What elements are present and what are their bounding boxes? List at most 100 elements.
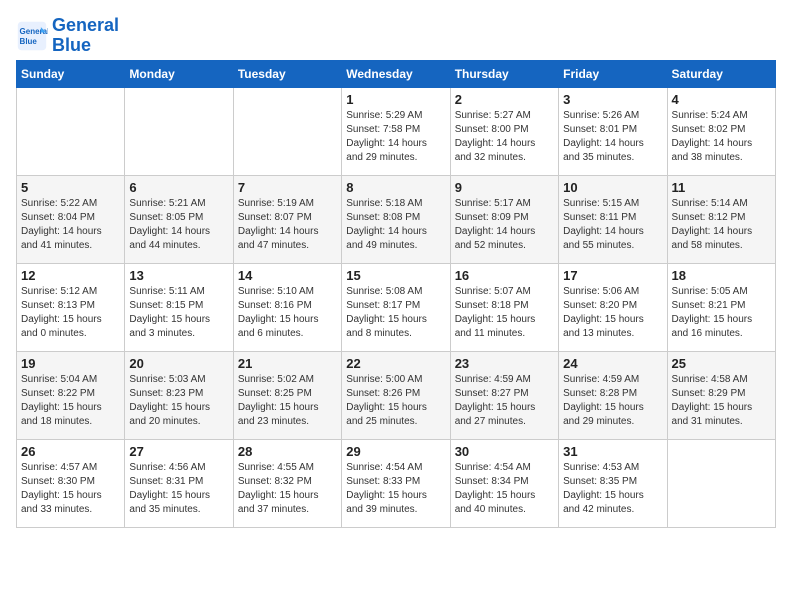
calendar-cell: 13 Sunrise: 5:11 AM Sunset: 8:15 PM Dayli…: [125, 263, 233, 351]
day-info: Sunrise: 4:59 AM Sunset: 8:27 PM Dayligh…: [455, 373, 554, 429]
day-number: 11: [672, 180, 771, 195]
calendar-cell: 31 Sunrise: 4:53 AM Sunset: 8:35 PM Dayli…: [559, 439, 667, 527]
day-number: 15: [346, 268, 445, 283]
day-number: 18: [672, 268, 771, 283]
day-number: 29: [346, 444, 445, 459]
calendar-cell: 30 Sunrise: 4:54 AM Sunset: 8:34 PM Dayli…: [450, 439, 558, 527]
calendar-table: SundayMondayTuesdayWednesdayThursdayFrid…: [16, 60, 776, 528]
day-number: 19: [21, 356, 120, 371]
week-row-4: 19 Sunrise: 5:04 AM Sunset: 8:22 PM Dayli…: [17, 351, 776, 439]
day-info: Sunrise: 5:11 AM Sunset: 8:15 PM Dayligh…: [129, 285, 228, 341]
calendar-cell: 29 Sunrise: 4:54 AM Sunset: 8:33 PM Dayli…: [342, 439, 450, 527]
logo-icon: General Blue: [16, 20, 48, 52]
day-number: 26: [21, 444, 120, 459]
day-number: 5: [21, 180, 120, 195]
calendar-cell: 17Sunrise: 5:06 AM Sunset: 8:20 PM Dayli…: [559, 263, 667, 351]
calendar-cell: 24Sunrise: 4:59 AM Sunset: 8:28 PM Dayli…: [559, 351, 667, 439]
day-number: 23: [455, 356, 554, 371]
calendar-cell: [667, 439, 775, 527]
day-info: Sunrise: 5:03 AM Sunset: 8:23 PM Dayligh…: [129, 373, 228, 429]
day-info: Sunrise: 5:08 AM Sunset: 8:17 PM Dayligh…: [346, 285, 445, 341]
calendar-cell: 3 Sunrise: 5:26 AM Sunset: 8:01 PM Daylig…: [559, 87, 667, 175]
calendar-cell: 12 Sunrise: 5:12 AM Sunset: 8:13 PM Dayli…: [17, 263, 125, 351]
logo-text: GeneralBlue: [52, 16, 119, 56]
week-row-2: 5 Sunrise: 5:22 AM Sunset: 8:04 PM Daylig…: [17, 175, 776, 263]
day-info: Sunrise: 4:58 AM Sunset: 8:29 PM Dayligh…: [672, 373, 771, 429]
day-header-wednesday: Wednesday: [342, 60, 450, 87]
day-number: 20: [129, 356, 228, 371]
day-header-tuesday: Tuesday: [233, 60, 341, 87]
day-header-thursday: Thursday: [450, 60, 558, 87]
calendar-cell: 15 Sunrise: 5:08 AM Sunset: 8:17 PM Dayli…: [342, 263, 450, 351]
day-info: Sunrise: 5:05 AM Sunset: 8:21 PM Dayligh…: [672, 285, 771, 341]
calendar-cell: 21 Sunrise: 5:02 AM Sunset: 8:25 PM Dayli…: [233, 351, 341, 439]
calendar-cell: 11 Sunrise: 5:14 AM Sunset: 8:12 PM Dayli…: [667, 175, 775, 263]
calendar-cell: [17, 87, 125, 175]
day-header-saturday: Saturday: [667, 60, 775, 87]
calendar-cell: 18 Sunrise: 5:05 AM Sunset: 8:21 PM Dayli…: [667, 263, 775, 351]
day-info: Sunrise: 5:06 AM Sunset: 8:20 PM Dayligh…: [563, 285, 662, 341]
day-info: Sunrise: 5:02 AM Sunset: 8:25 PM Dayligh…: [238, 373, 337, 429]
day-info: Sunrise: 5:10 AM Sunset: 8:16 PM Dayligh…: [238, 285, 337, 341]
day-number: 3: [563, 92, 662, 107]
day-info: Sunrise: 5:26 AM Sunset: 8:01 PM Dayligh…: [563, 109, 662, 165]
calendar-cell: 20 Sunrise: 5:03 AM Sunset: 8:23 PM Dayli…: [125, 351, 233, 439]
calendar-cell: 5 Sunrise: 5:22 AM Sunset: 8:04 PM Daylig…: [17, 175, 125, 263]
day-number: 22: [346, 356, 445, 371]
calendar-cell: 6Sunrise: 5:21 AM Sunset: 8:05 PM Daylig…: [125, 175, 233, 263]
day-info: Sunrise: 4:59 AM Sunset: 8:28 PM Dayligh…: [563, 373, 662, 429]
day-info: Sunrise: 4:57 AM Sunset: 8:30 PM Dayligh…: [21, 461, 120, 517]
week-row-3: 12 Sunrise: 5:12 AM Sunset: 8:13 PM Dayli…: [17, 263, 776, 351]
day-number: 30: [455, 444, 554, 459]
day-number: 31: [563, 444, 662, 459]
day-info: Sunrise: 5:14 AM Sunset: 8:12 PM Dayligh…: [672, 197, 771, 253]
calendar-cell: 16 Sunrise: 5:07 AM Sunset: 8:18 PM Dayli…: [450, 263, 558, 351]
day-info: Sunrise: 4:55 AM Sunset: 8:32 PM Dayligh…: [238, 461, 337, 517]
day-info: Sunrise: 5:04 AM Sunset: 8:22 PM Dayligh…: [21, 373, 120, 429]
calendar-cell: 7Sunrise: 5:19 AM Sunset: 8:07 PM Daylig…: [233, 175, 341, 263]
day-info: Sunrise: 5:15 AM Sunset: 8:11 PM Dayligh…: [563, 197, 662, 253]
day-number: 10: [563, 180, 662, 195]
day-info: Sunrise: 5:12 AM Sunset: 8:13 PM Dayligh…: [21, 285, 120, 341]
calendar-cell: 8Sunrise: 5:18 AM Sunset: 8:08 PM Daylig…: [342, 175, 450, 263]
day-info: Sunrise: 5:22 AM Sunset: 8:04 PM Dayligh…: [21, 197, 120, 253]
calendar-cell: 23 Sunrise: 4:59 AM Sunset: 8:27 PM Dayli…: [450, 351, 558, 439]
day-header-sunday: Sunday: [17, 60, 125, 87]
day-number: 14: [238, 268, 337, 283]
day-number: 16: [455, 268, 554, 283]
day-number: 4: [672, 92, 771, 107]
calendar-cell: 25 Sunrise: 4:58 AM Sunset: 8:29 PM Dayli…: [667, 351, 775, 439]
day-info: Sunrise: 4:54 AM Sunset: 8:33 PM Dayligh…: [346, 461, 445, 517]
day-number: 13: [129, 268, 228, 283]
day-info: Sunrise: 5:27 AM Sunset: 8:00 PM Dayligh…: [455, 109, 554, 165]
day-number: 25: [672, 356, 771, 371]
header: General Blue GeneralBlue: [16, 16, 776, 56]
calendar-cell: 22 Sunrise: 5:00 AM Sunset: 8:26 PM Dayli…: [342, 351, 450, 439]
day-number: 9: [455, 180, 554, 195]
day-number: 1: [346, 92, 445, 107]
day-info: Sunrise: 5:19 AM Sunset: 8:07 PM Dayligh…: [238, 197, 337, 253]
calendar-cell: 4 Sunrise: 5:24 AM Sunset: 8:02 PM Daylig…: [667, 87, 775, 175]
day-info: Sunrise: 5:17 AM Sunset: 8:09 PM Dayligh…: [455, 197, 554, 253]
calendar-cell: 26 Sunrise: 4:57 AM Sunset: 8:30 PM Dayli…: [17, 439, 125, 527]
day-info: Sunrise: 5:21 AM Sunset: 8:05 PM Dayligh…: [129, 197, 228, 253]
week-row-5: 26 Sunrise: 4:57 AM Sunset: 8:30 PM Dayli…: [17, 439, 776, 527]
day-info: Sunrise: 4:53 AM Sunset: 8:35 PM Dayligh…: [563, 461, 662, 517]
svg-text:Blue: Blue: [20, 37, 38, 46]
calendar-cell: 2Sunrise: 5:27 AM Sunset: 8:00 PM Daylig…: [450, 87, 558, 175]
day-info: Sunrise: 5:00 AM Sunset: 8:26 PM Dayligh…: [346, 373, 445, 429]
day-number: 12: [21, 268, 120, 283]
day-info: Sunrise: 5:24 AM Sunset: 8:02 PM Dayligh…: [672, 109, 771, 165]
day-info: Sunrise: 4:54 AM Sunset: 8:34 PM Dayligh…: [455, 461, 554, 517]
day-info: Sunrise: 5:18 AM Sunset: 8:08 PM Dayligh…: [346, 197, 445, 253]
day-info: Sunrise: 5:29 AM Sunset: 7:58 PM Dayligh…: [346, 109, 445, 165]
day-info: Sunrise: 4:56 AM Sunset: 8:31 PM Dayligh…: [129, 461, 228, 517]
day-info: Sunrise: 5:07 AM Sunset: 8:18 PM Dayligh…: [455, 285, 554, 341]
day-number: 28: [238, 444, 337, 459]
calendar-cell: 27Sunrise: 4:56 AM Sunset: 8:31 PM Dayli…: [125, 439, 233, 527]
day-header-friday: Friday: [559, 60, 667, 87]
calendar-cell: 9 Sunrise: 5:17 AM Sunset: 8:09 PM Daylig…: [450, 175, 558, 263]
calendar-cell: 28 Sunrise: 4:55 AM Sunset: 8:32 PM Dayli…: [233, 439, 341, 527]
day-number: 21: [238, 356, 337, 371]
calendar-cell: [233, 87, 341, 175]
